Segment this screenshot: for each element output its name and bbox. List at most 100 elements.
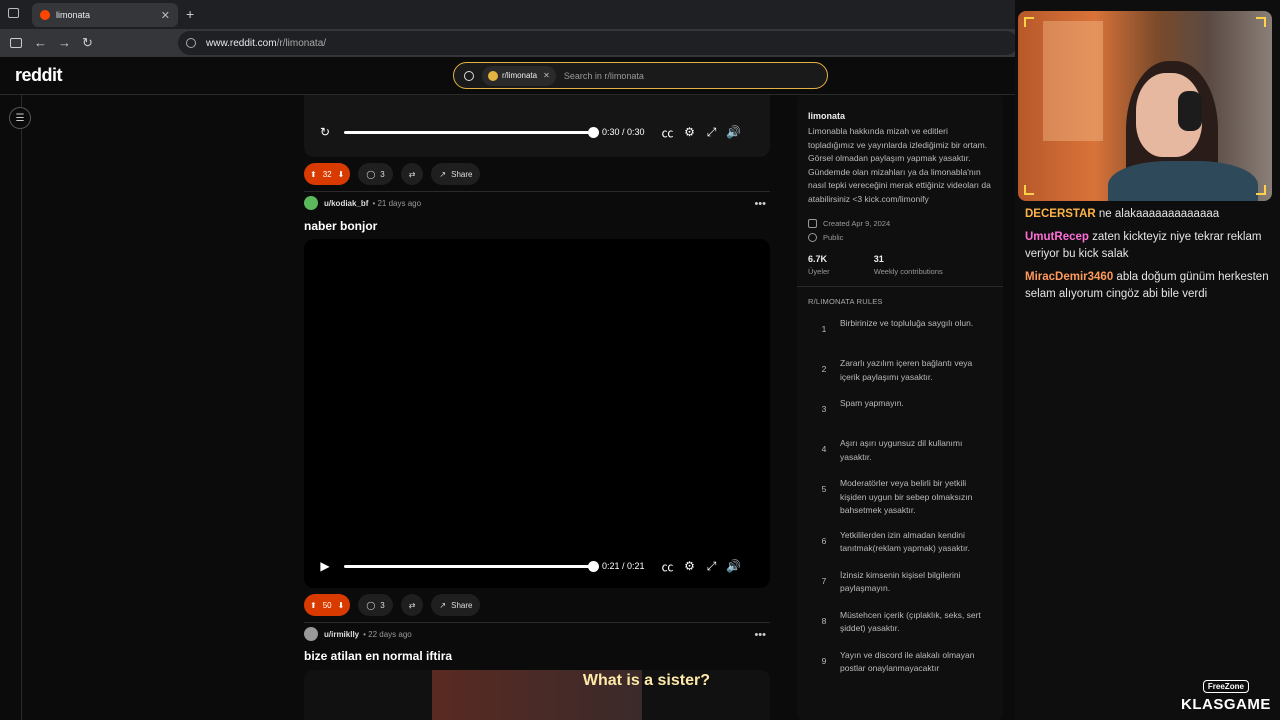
address-bar-row: ← → ↻ www.reddit.com/r/limonata/ <box>0 29 1018 57</box>
contributions-count: 31 <box>873 254 884 264</box>
share-icon: ↗ <box>439 600 447 610</box>
vote-count: 50 <box>322 600 332 610</box>
tab-actions-icon[interactable] <box>8 8 19 18</box>
more-options-icon[interactable]: ••• <box>754 629 766 641</box>
community-name: limonata <box>808 111 846 121</box>
crosspost-button[interactable]: ⇄ <box>400 163 424 185</box>
volume-icon[interactable]: 🔊 <box>723 125 745 139</box>
rule-item[interactable]: 9 Yayın ve discord ile alakalı olmayan po… <box>808 649 992 678</box>
url-path: /r/limonata/ <box>276 37 327 49</box>
rule-item[interactable]: 2 Zararlı yazılım içeren bağlantı veya iç… <box>808 357 992 386</box>
rules-list: 1 Birbirinize ve topluluğa saygılı olun. 2… <box>808 317 992 678</box>
more-options-icon[interactable]: ••• <box>754 198 766 210</box>
visibility-label: Public <box>823 232 844 242</box>
url-field[interactable]: www.reddit.com/r/limonata/ <box>178 31 1018 55</box>
rule-item[interactable]: 5 Moderatörler veya belirli bir yetkili k… <box>808 477 992 518</box>
comments-button[interactable]: ◯ 3 <box>358 594 393 616</box>
sponsor-small: FreeZone <box>1202 680 1249 693</box>
tab-bar: limonata ✕ + <box>0 0 1015 29</box>
search-input[interactable]: Search in r/limonata <box>564 71 644 81</box>
post-divider <box>304 191 770 192</box>
share-button[interactable]: ↗ Share <box>431 594 481 616</box>
post-author[interactable]: u/kodiak_bf <box>324 199 368 208</box>
captions-icon[interactable]: ㏄ <box>657 124 679 141</box>
video-player[interactable]: ↻ 0:30 / 0:30 ㏄ ⚙ ⤢ 🔊 <box>304 95 770 157</box>
captions-icon[interactable]: ㏄ <box>657 558 679 575</box>
webcam-feed <box>1018 11 1272 201</box>
volume-icon[interactable]: 🔊 <box>723 559 745 573</box>
new-tab-icon[interactable]: + <box>186 6 194 22</box>
stream-overlay: DECERSTAR ne alakaaaaaaaaaaaaa UmutRecep … <box>1015 0 1280 720</box>
tab-title: limonata <box>56 10 91 20</box>
rule-number: 3 <box>821 404 827 414</box>
back-icon[interactable]: ← <box>34 35 47 50</box>
reload-icon[interactable]: ↻ <box>82 35 93 51</box>
vote-button[interactable]: ⬆ 32 ⬇ <box>304 163 351 185</box>
upvote-icon[interactable]: ⬆ <box>310 601 317 610</box>
video-progress-bar[interactable] <box>344 560 599 572</box>
site-info-icon[interactable] <box>186 38 196 48</box>
play-icon[interactable]: ▶ <box>314 559 336 573</box>
search-bar[interactable]: r/limonata ✕ Search in r/limonata <box>453 62 828 89</box>
post-author[interactable]: u/irmiklly <box>324 630 359 639</box>
frame-corner <box>1024 185 1034 195</box>
vote-button[interactable]: ⬆ 50 ⬇ <box>304 594 351 616</box>
progress-knob[interactable] <box>588 560 599 572</box>
post-age: • 22 days ago <box>363 629 412 639</box>
crosspost-button[interactable]: ⇄ <box>400 594 424 616</box>
progress-knob[interactable] <box>588 126 599 138</box>
comment-count: 3 <box>380 600 385 610</box>
cake-icon <box>808 218 817 228</box>
chat-message: MiracDemir3460 abla doğum günüm herkeste… <box>1025 269 1275 304</box>
post-actions: ⬆ 50 ⬇ ◯ 3 ⇄ ↗ Share <box>304 594 481 616</box>
crosspost-icon: ⇄ <box>408 600 416 610</box>
video-thumbnail[interactable]: What is a sister? <box>304 670 770 720</box>
chat-username: DECERSTAR <box>1025 208 1096 220</box>
downvote-icon[interactable]: ⬇ <box>338 601 345 610</box>
rule-item[interactable]: 3 Spam yapmayın. <box>808 397 992 426</box>
share-button[interactable]: ↗ Share <box>431 163 481 185</box>
post-title[interactable]: naber bonjor <box>304 219 377 233</box>
rule-item[interactable]: 4 Aşırı aşırı uygunsuz dil kullanımı yasa… <box>808 437 992 466</box>
visibility-row: Public <box>808 230 992 244</box>
video-time: 0:21 / 0:21 <box>602 561 645 571</box>
upvote-icon[interactable]: ⬆ <box>310 170 317 179</box>
rule-text: Yetkililerden izin almadan kendini tanıt… <box>840 529 970 554</box>
vote-count: 32 <box>322 169 332 179</box>
menu-icon[interactable]: ☰ <box>9 107 31 129</box>
rule-item[interactable]: 6 Yetkililerden izin almadan kendini tanı… <box>808 529 992 558</box>
chat-username: MiracDemir3460 <box>1025 270 1114 283</box>
share-label: Share <box>451 169 473 179</box>
close-tab-icon[interactable]: ✕ <box>161 9 170 22</box>
rule-item[interactable]: 7 İzinsiz kimsenin kişisel bilgilerini pa… <box>808 569 992 598</box>
rule-number: 1 <box>821 324 827 334</box>
video-progress-bar[interactable] <box>344 126 599 138</box>
remove-chip-icon[interactable]: ✕ <box>543 71 550 80</box>
rule-item[interactable]: 8 Müstehcen içerik (çıplaklık, seks, sert… <box>808 609 992 638</box>
reddit-logo[interactable]: reddit <box>15 65 63 86</box>
workspace-icon[interactable] <box>10 38 22 48</box>
fullscreen-icon[interactable]: ⤢ <box>701 125 723 140</box>
avatar[interactable] <box>304 196 318 210</box>
settings-icon[interactable]: ⚙ <box>679 559 701 573</box>
url-host: www.reddit.com <box>206 37 277 49</box>
subreddit-chip-label: r/limonata <box>502 71 538 80</box>
replay-icon[interactable]: ↻ <box>314 125 336 139</box>
rule-item[interactable]: 1 Birbirinize ve topluluğa saygılı olun. <box>808 317 992 346</box>
subreddit-chip[interactable]: r/limonata ✕ <box>482 65 556 86</box>
feed: ↻ 0:30 / 0:30 ㏄ ⚙ ⤢ 🔊 ⬆ 32 ⬇ ◯ 3 ⇄ ↗ Share u… <box>292 95 784 720</box>
browser-tab[interactable]: limonata ✕ <box>32 3 178 27</box>
settings-icon[interactable]: ⚙ <box>679 125 701 139</box>
downvote-icon[interactable]: ⬇ <box>338 170 345 179</box>
community-sidebar: limonata Limonabla hakkında mizah ve edi… <box>797 95 1003 720</box>
video-player[interactable]: ▶ 0:21 / 0:21 ㏄ ⚙ ⤢ 🔊 <box>304 239 770 588</box>
rule-number: 5 <box>821 484 827 494</box>
fullscreen-icon[interactable]: ⤢ <box>701 559 723 574</box>
forward-icon[interactable]: → <box>58 35 71 50</box>
post-title[interactable]: bize atilan en normal iftira <box>304 649 452 663</box>
post-meta: u/kodiak_bf • 21 days ago <box>304 196 421 210</box>
avatar[interactable] <box>304 627 318 641</box>
sidebar-divider <box>797 286 1003 287</box>
comments-button[interactable]: ◯ 3 <box>358 163 393 185</box>
reddit-header: reddit r/limonata ✕ Search in r/limonata <box>0 57 1015 95</box>
